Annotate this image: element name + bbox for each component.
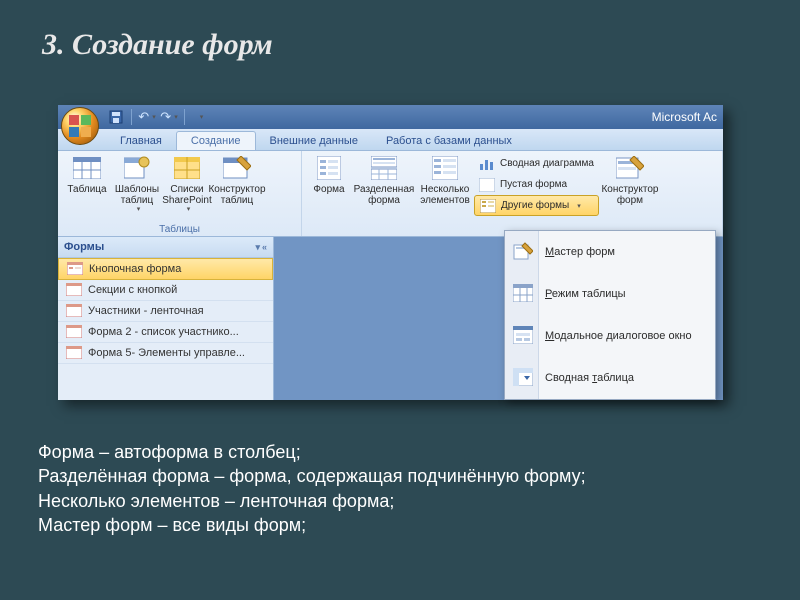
btn-label: Несколько элементов (417, 184, 473, 206)
tab-create[interactable]: Создание (176, 131, 256, 150)
qat-more-icon[interactable]: ▾ (190, 107, 210, 127)
btn-label: Конструктор форм (600, 184, 660, 206)
nav-item-label: Форма 2 - список участнико... (88, 326, 239, 338)
popup-item-modal-dialog[interactable]: Модальное диалоговое окно (505, 315, 715, 357)
bullet-line: Разделённая форма – форма, содержащая по… (38, 464, 586, 488)
popup-item-pivot-table[interactable]: Сводная таблица (505, 357, 715, 399)
btn-label: Пустая форма (500, 179, 567, 190)
form-icon (67, 262, 83, 276)
app-title: Microsoft Ac (652, 110, 723, 124)
collapse-icon[interactable]: « (262, 242, 267, 253)
btn-label: Шаблоны таблиц (113, 184, 161, 206)
pivot-table-icon (513, 368, 533, 388)
btn-table-templates[interactable]: Шаблоны таблиц▾ (112, 153, 162, 216)
nav-header-label: Формы (64, 241, 104, 253)
redo-icon[interactable]: ↷▾ (159, 107, 179, 127)
btn-multiple-items[interactable]: Несколько элементов (416, 153, 474, 208)
navigation-pane: Формы ▾« Кнопочная форма Секции с кнопко… (58, 237, 274, 400)
nav-item[interactable]: Участники - ленточная (58, 301, 273, 322)
btn-label: Другие формы (501, 200, 569, 211)
nav-item-label: Участники - ленточная (88, 305, 204, 317)
btn-blank-form[interactable]: Пустая форма (474, 174, 599, 195)
popup-label: Мастер форм (545, 246, 615, 258)
form-icon (66, 283, 82, 297)
save-icon[interactable] (106, 107, 126, 127)
separator (131, 109, 132, 125)
btn-more-forms[interactable]: Другие формы ▾ (474, 195, 599, 216)
ribbon-tabs: Главная Создание Внешние данные Работа с… (58, 129, 723, 151)
office-button[interactable] (61, 107, 99, 145)
popup-label: Режим таблицы (545, 288, 626, 300)
blank-form-icon (479, 177, 495, 193)
btn-label: Конструктор таблиц (208, 184, 265, 206)
split-form-icon (369, 155, 399, 181)
btn-pivot-chart[interactable]: Сводная диаграмма (474, 153, 599, 174)
pivot-chart-icon (479, 156, 495, 172)
form-designer-icon (615, 155, 645, 181)
btn-table[interactable]: Таблица (62, 153, 112, 197)
chevron-down-icon: ▾ (187, 206, 191, 214)
chevron-down-icon[interactable]: ▾ (255, 242, 260, 253)
btn-form-designer[interactable]: Конструктор форм (599, 153, 661, 208)
group-forms: Форма Разделенная форма Несколько элемен… (302, 151, 723, 236)
btn-label: Разделенная форма (353, 184, 415, 206)
btn-form[interactable]: Форма (306, 153, 352, 197)
tab-database-tools[interactable]: Работа с базами данных (372, 132, 526, 150)
btn-sharepoint-lists[interactable]: Списки SharePoint▾ (162, 153, 212, 216)
nav-items: Кнопочная форма Секции с кнопкой Участни… (58, 258, 273, 364)
more-forms-popup: Мастер форм Режим таблицы Модальное диал… (504, 230, 716, 400)
btn-label: Сводная диаграмма (500, 158, 594, 169)
wizard-icon (513, 242, 533, 262)
nav-item[interactable]: Кнопочная форма (58, 258, 273, 280)
nav-item[interactable]: Секции с кнопкой (58, 280, 273, 301)
nav-item-label: Кнопочная форма (89, 263, 181, 275)
form-icon (66, 346, 82, 360)
form-icon (314, 155, 344, 181)
btn-label: Форма (313, 184, 344, 195)
datasheet-icon (513, 284, 533, 304)
btn-table-designer[interactable]: Конструктор таблиц (212, 153, 262, 208)
tab-external-data[interactable]: Внешние данные (256, 132, 372, 150)
separator (184, 109, 185, 125)
bullet-line: Мастер форм – все виды форм; (38, 513, 586, 537)
nav-pane-header[interactable]: Формы ▾« (58, 237, 273, 258)
tab-home[interactable]: Главная (106, 132, 176, 150)
slide-title: 3. Создание форм (0, 0, 800, 62)
group-tables: Таблица Шаблоны таблиц▾ Списки SharePoin… (58, 151, 302, 236)
table-templates-icon (122, 155, 152, 181)
popup-item-form-wizard[interactable]: Мастер форм (505, 231, 715, 273)
form-icon (66, 325, 82, 339)
dialog-icon (513, 326, 533, 346)
popup-item-datasheet[interactable]: Режим таблицы (505, 273, 715, 315)
sharepoint-icon (172, 155, 202, 181)
form-icon (66, 304, 82, 318)
nav-item[interactable]: Форма 5- Элементы управле... (58, 343, 273, 364)
popup-label: Сводная таблица (545, 372, 634, 384)
nav-item[interactable]: Форма 2 - список участнико... (58, 322, 273, 343)
undo-icon[interactable]: ↶▾ (137, 107, 157, 127)
designer-icon (222, 155, 252, 181)
btn-label: Списки SharePoint (162, 184, 211, 206)
chevron-down-icon: ▾ (577, 202, 581, 210)
group-label: Таблицы (62, 224, 297, 236)
slide-body-text: Форма – автоформа в столбец; Разделённая… (38, 440, 586, 537)
btn-split-form[interactable]: Разделенная форма (352, 153, 416, 208)
ribbon: Таблица Шаблоны таблиц▾ Списки SharePoin… (58, 151, 723, 237)
quick-access-toolbar: ↶▾ ↷▾ ▾ (106, 107, 210, 127)
bullet-line: Форма – автоформа в столбец; (38, 440, 586, 464)
table-icon (72, 155, 102, 181)
more-forms-icon (480, 198, 496, 214)
nav-item-label: Форма 5- Элементы управле... (88, 347, 245, 359)
nav-item-label: Секции с кнопкой (88, 284, 177, 296)
btn-label: Таблица (67, 184, 106, 195)
bullet-line: Несколько элементов – ленточная форма; (38, 489, 586, 513)
multi-items-icon (430, 155, 460, 181)
chevron-down-icon: ▾ (137, 206, 141, 214)
popup-label: Модальное диалоговое окно (545, 330, 692, 342)
title-bar: ↶▾ ↷▾ ▾ Microsoft Ac (58, 105, 723, 129)
